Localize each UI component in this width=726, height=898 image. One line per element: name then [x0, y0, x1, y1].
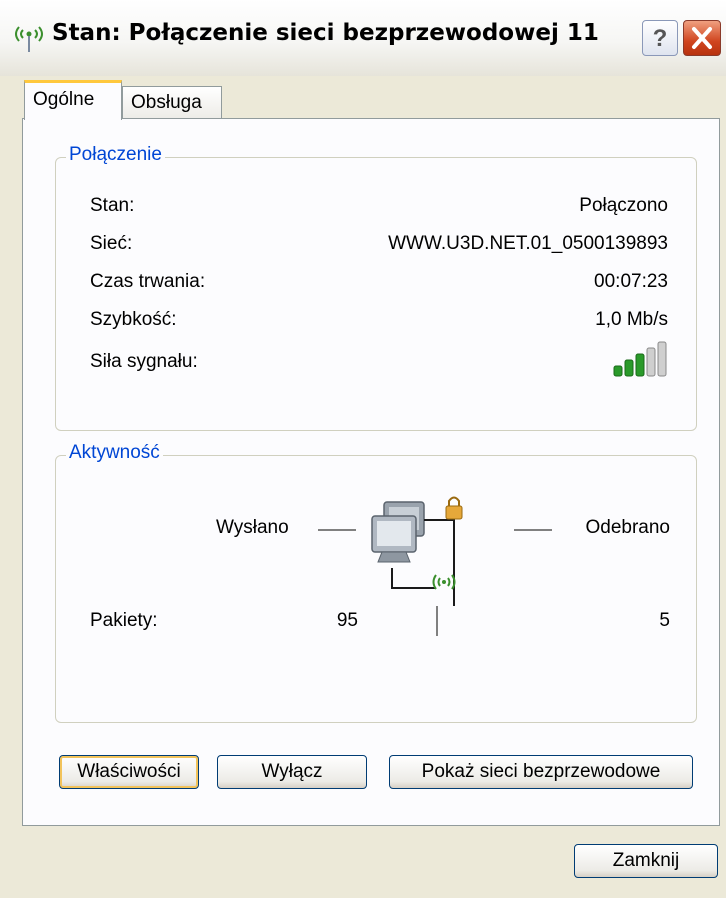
- close-icon: [692, 27, 712, 49]
- properties-button[interactable]: Właściwości: [59, 755, 199, 789]
- show-wireless-networks-button[interactable]: Pokaż sieci bezprzewodowe: [389, 755, 693, 789]
- close-button[interactable]: Zamknij: [574, 844, 718, 878]
- signal-bar: [635, 353, 645, 377]
- activity-group: Aktywność Wysłano Odebrano Pakiety: 95 5: [55, 442, 697, 723]
- title-bar[interactable]: Stan: Połączenie sieci bezprzewodowej 11…: [0, 0, 726, 76]
- sent-line: [318, 529, 356, 531]
- packets-sent-value: 95: [336, 610, 358, 631]
- close-window-button[interactable]: [683, 20, 721, 56]
- status-value: Połączono: [579, 195, 668, 216]
- network-value: WWW.U3D.NET.01_0500139893: [388, 233, 668, 254]
- window-title: Stan: Połączenie sieci bezprzewodowej 11: [52, 20, 599, 46]
- wireless-network-icon: [15, 26, 43, 52]
- packets-label: Pakiety:: [90, 610, 158, 631]
- received-line: [514, 529, 552, 531]
- packets-received-value: 5: [659, 610, 670, 631]
- speed-value: 1,0 Mb/s: [595, 309, 668, 330]
- tab-general[interactable]: Ogólne: [24, 80, 122, 120]
- tab-panel-general: Połączenie Stan: Połączono Sieć: WWW.U3D…: [22, 118, 720, 826]
- signal-bar: [613, 365, 623, 377]
- duration-value: 00:07:23: [594, 271, 668, 292]
- network-label: Sieć:: [90, 233, 133, 254]
- signal-bar: [646, 347, 656, 377]
- signal-strength-label: Siła sygnału:: [90, 351, 198, 372]
- received-label: Odebrano: [585, 517, 670, 538]
- status-label: Stan:: [90, 195, 135, 216]
- network-activity-icon: [371, 496, 463, 606]
- connection-group-title: Połączenie: [66, 144, 165, 166]
- tab-support[interactable]: Obsługa: [122, 86, 222, 120]
- signal-bar: [624, 359, 634, 377]
- signal-strength-icon: [613, 341, 667, 377]
- signal-bar: [657, 341, 667, 377]
- packets-divider: [436, 606, 438, 636]
- activity-group-title: Aktywność: [66, 442, 163, 464]
- speed-label: Szybkość:: [90, 309, 177, 330]
- sent-label: Wysłano: [216, 517, 289, 538]
- disable-button[interactable]: Wyłącz: [217, 755, 367, 789]
- help-button[interactable]: ?: [642, 20, 678, 56]
- duration-label: Czas trwania:: [90, 271, 206, 292]
- connection-group: Połączenie Stan: Połączono Sieć: WWW.U3D…: [55, 144, 697, 431]
